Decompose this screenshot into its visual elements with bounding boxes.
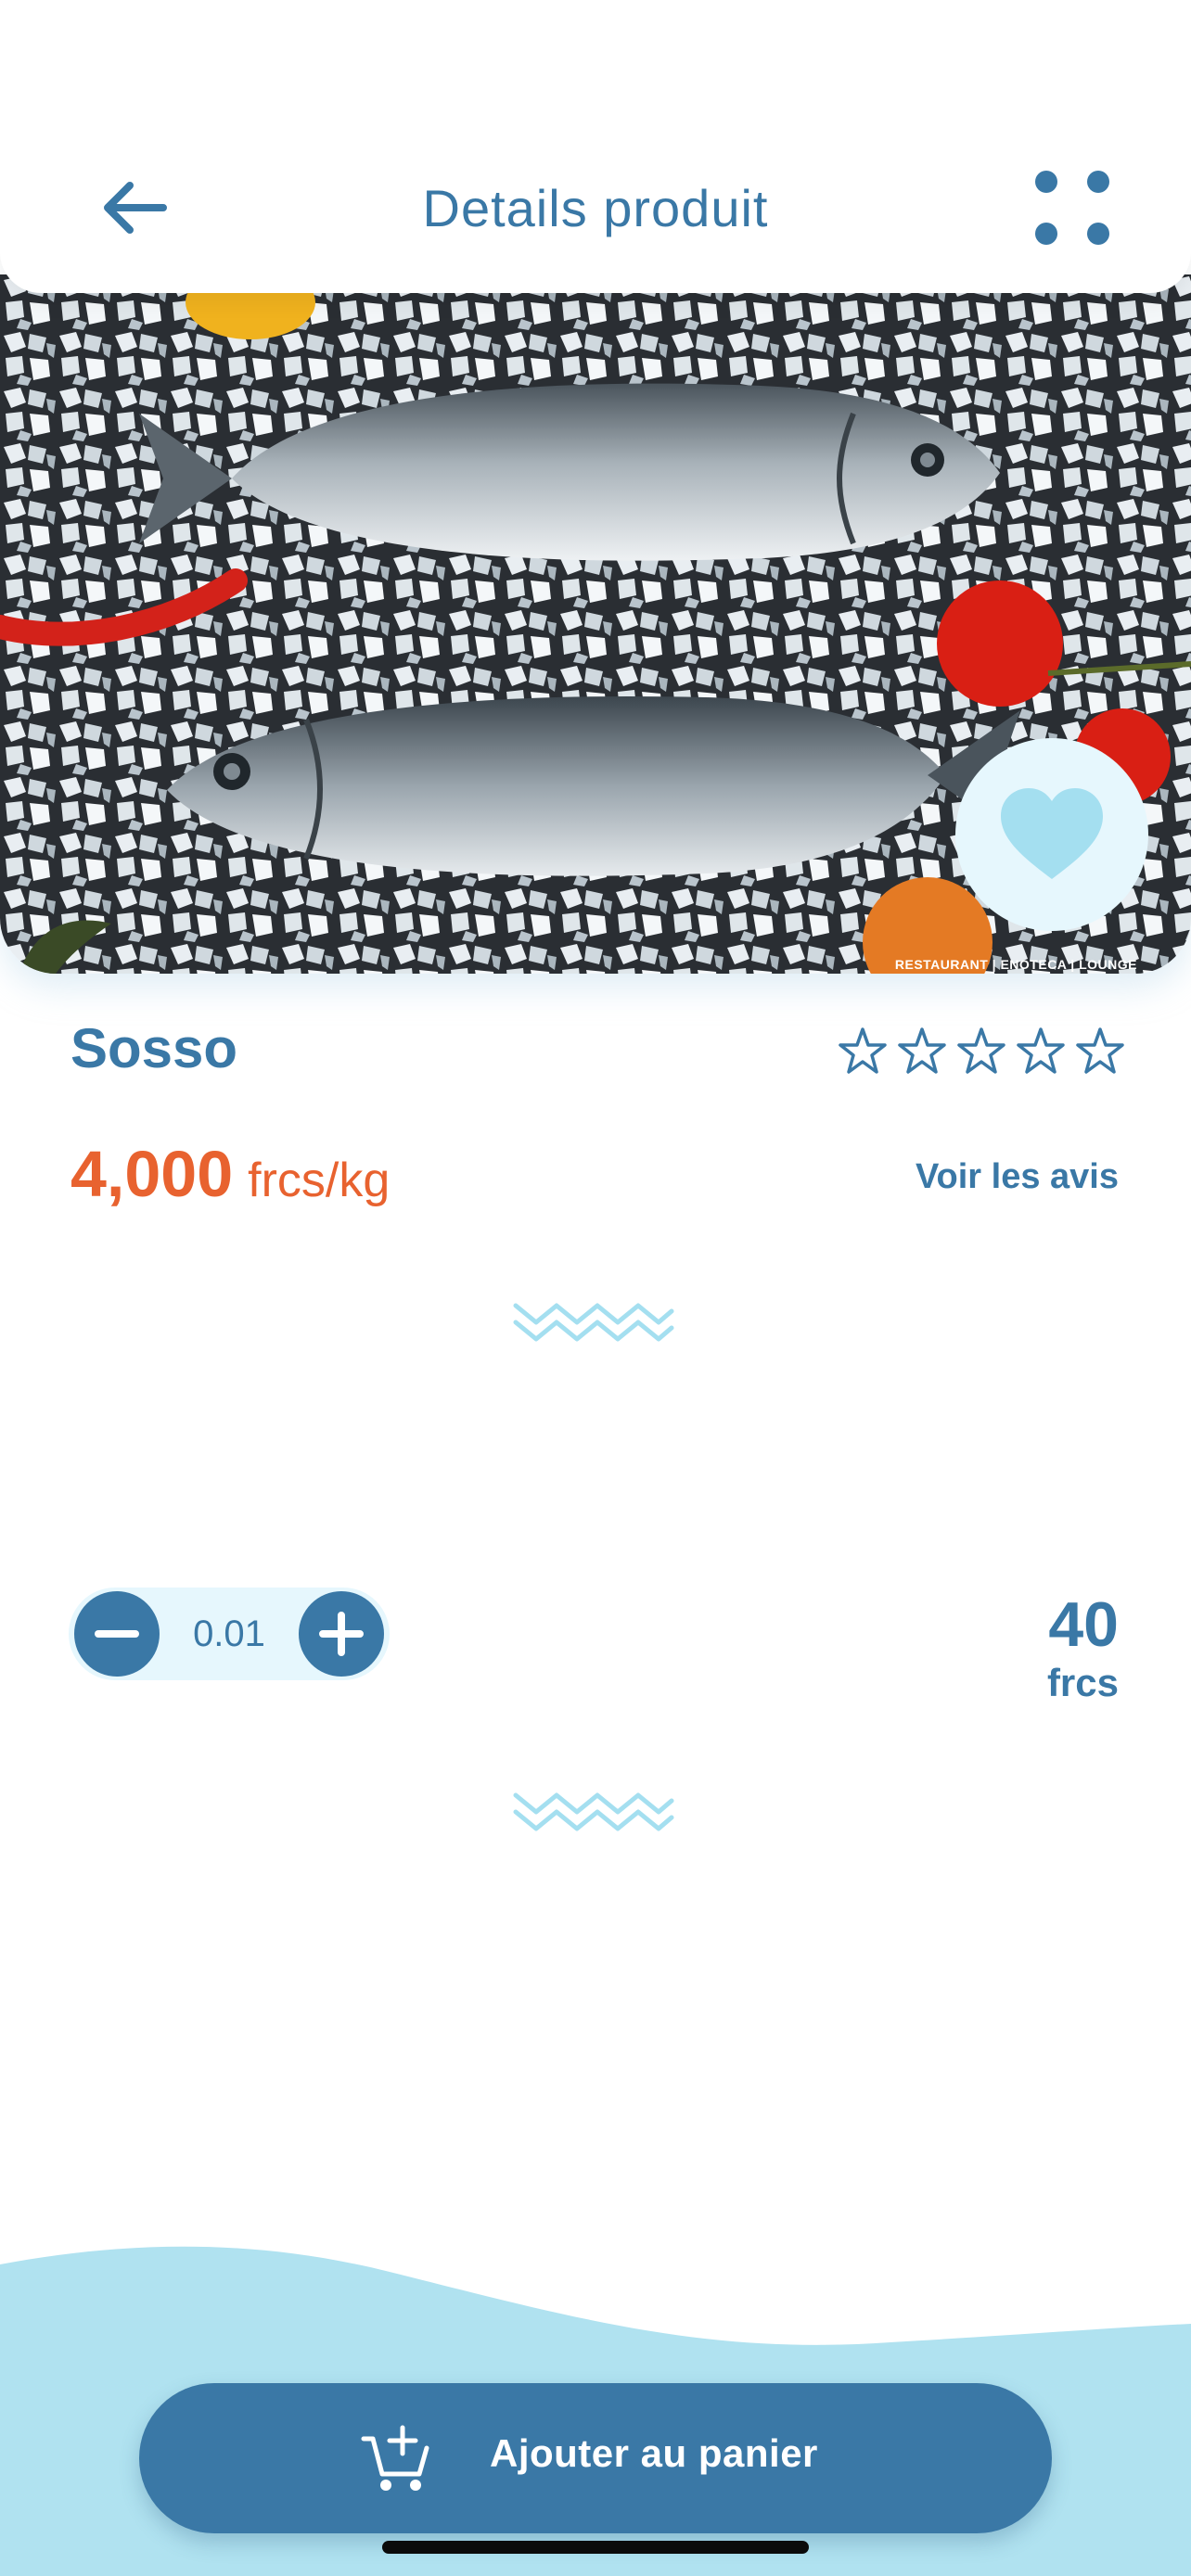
reviews-link[interactable]: Voir les avis [916, 1157, 1119, 1197]
decrease-quantity-button[interactable] [74, 1591, 160, 1677]
image-watermark: RESTAURANT | ENOTECA | LOUNGE [894, 957, 1137, 972]
star-icon[interactable] [954, 1024, 1009, 1079]
total-value: 40 [1048, 1589, 1119, 1660]
star-icon[interactable] [835, 1024, 890, 1079]
app-header: Details produit [0, 0, 1191, 293]
add-to-cart-label: Ajouter au panier [490, 2431, 818, 2475]
star-icon[interactable] [1013, 1024, 1069, 1079]
quantity-stepper [69, 1588, 390, 1680]
rating-stars [835, 1024, 1128, 1079]
heart-icon [1001, 788, 1103, 879]
price-unit: frcs/kg [248, 1154, 391, 1207]
product-price: 4,000 frcs/kg [70, 1137, 390, 1211]
increase-quantity-button[interactable] [299, 1591, 384, 1677]
wave-divider-icon [513, 1792, 674, 1831]
quantity-input[interactable] [161, 1588, 297, 1680]
price-value: 4,000 [70, 1138, 234, 1210]
cart-add-icon [361, 2425, 429, 2491]
wave-divider-icon [513, 1303, 674, 1342]
star-icon[interactable] [1072, 1024, 1128, 1079]
total-price: 40 frcs [1047, 1589, 1119, 1706]
add-to-cart-button[interactable]: Ajouter au panier [139, 2383, 1052, 2533]
product-name: Sosso [70, 1017, 238, 1079]
favorite-button[interactable] [955, 738, 1148, 931]
plus-icon [319, 1612, 364, 1656]
home-indicator[interactable] [382, 2541, 809, 2554]
menu-button[interactable] [1020, 163, 1124, 252]
total-unit: frcs [1046, 1661, 1119, 1704]
grid-dots-icon [1035, 171, 1109, 245]
star-icon[interactable] [894, 1024, 950, 1079]
page-title: Details produit [422, 179, 769, 237]
minus-icon [95, 1630, 139, 1638]
